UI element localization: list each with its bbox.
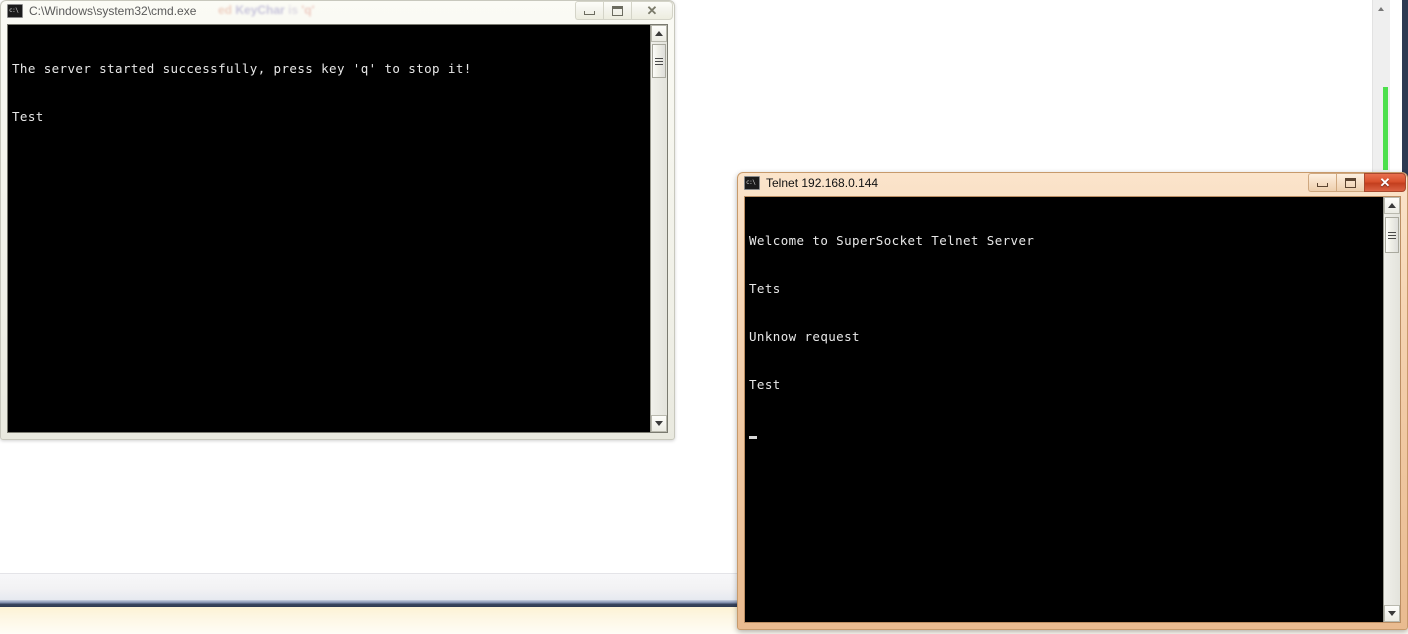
- window-cmd-title: C:\Windows\system32\cmd.exe: [29, 3, 197, 18]
- console-cursor-line: [749, 425, 1383, 441]
- minimize-button[interactable]: [1308, 173, 1336, 192]
- telnet-scroll-up-button[interactable]: [1384, 197, 1400, 214]
- console-icon: [744, 175, 760, 190]
- cmd-console-area[interactable]: The server started successfully, press k…: [7, 24, 668, 433]
- console-line: Unknow request: [749, 329, 860, 344]
- window-cmd-controls: ✕: [575, 1, 673, 20]
- console-icon: [7, 3, 23, 18]
- maximize-icon: [612, 5, 623, 16]
- maximize-icon: [1345, 177, 1356, 188]
- cmd-scrollbar-track[interactable]: [651, 42, 667, 415]
- minimize-icon: [1317, 183, 1328, 187]
- close-button[interactable]: ✕: [1364, 173, 1406, 192]
- cmd-console-scrollbar[interactable]: [650, 25, 667, 432]
- console-line: Test: [12, 109, 44, 124]
- background-scroll-up-icon[interactable]: [1373, 1, 1390, 17]
- close-button[interactable]: ✕: [631, 1, 673, 20]
- grip-icon: [655, 57, 663, 65]
- console-line: The server started successfully, press k…: [12, 61, 472, 76]
- maximize-button[interactable]: [603, 1, 631, 20]
- console-line: Tets: [749, 281, 781, 296]
- window-cmd[interactable]: C:\Windows\system32\cmd.exe ed KeyChar i…: [0, 0, 675, 440]
- telnet-console-output: Welcome to SuperSocket Telnet Server Tet…: [745, 197, 1383, 622]
- window-telnet[interactable]: Telnet 192.168.0.144 ✕ Welcome to SuperS…: [737, 172, 1408, 630]
- telnet-scrollbar-track[interactable]: [1384, 214, 1400, 605]
- telnet-scroll-down-button[interactable]: [1384, 605, 1400, 622]
- cmd-scroll-up-button[interactable]: [651, 25, 667, 42]
- close-icon: ✕: [646, 3, 658, 18]
- minimize-button[interactable]: [575, 1, 603, 20]
- desktop-background: - + ^ C:\Windows\system32\cmd.exe ed Key…: [0, 0, 1408, 634]
- background-scrollbar-thumb[interactable]: [1383, 87, 1388, 170]
- arrow-up-icon: [1388, 203, 1396, 208]
- arrow-down-icon: [1388, 611, 1396, 616]
- minimize-icon: [584, 11, 595, 15]
- cmd-scrollbar-thumb[interactable]: [652, 44, 666, 78]
- grip-icon: [1388, 231, 1396, 239]
- window-cmd-titlebar[interactable]: C:\Windows\system32\cmd.exe: [0, 0, 675, 21]
- telnet-console-area[interactable]: Welcome to SuperSocket Telnet Server Tet…: [744, 196, 1401, 623]
- cmd-console-output: The server started successfully, press k…: [8, 25, 650, 432]
- arrow-up-icon: [655, 31, 663, 36]
- telnet-console-scrollbar[interactable]: [1383, 197, 1400, 622]
- console-line: Test: [749, 377, 781, 392]
- text-cursor: [749, 436, 757, 439]
- window-telnet-controls: ✕: [1308, 173, 1406, 192]
- cmd-scroll-down-button[interactable]: [651, 415, 667, 432]
- window-telnet-title: Telnet 192.168.0.144: [766, 175, 879, 190]
- console-line: Welcome to SuperSocket Telnet Server: [749, 233, 1035, 248]
- maximize-button[interactable]: [1336, 173, 1364, 192]
- telnet-scrollbar-thumb[interactable]: [1385, 217, 1399, 253]
- close-icon: ✕: [1379, 175, 1391, 190]
- arrow-down-icon: [655, 421, 663, 426]
